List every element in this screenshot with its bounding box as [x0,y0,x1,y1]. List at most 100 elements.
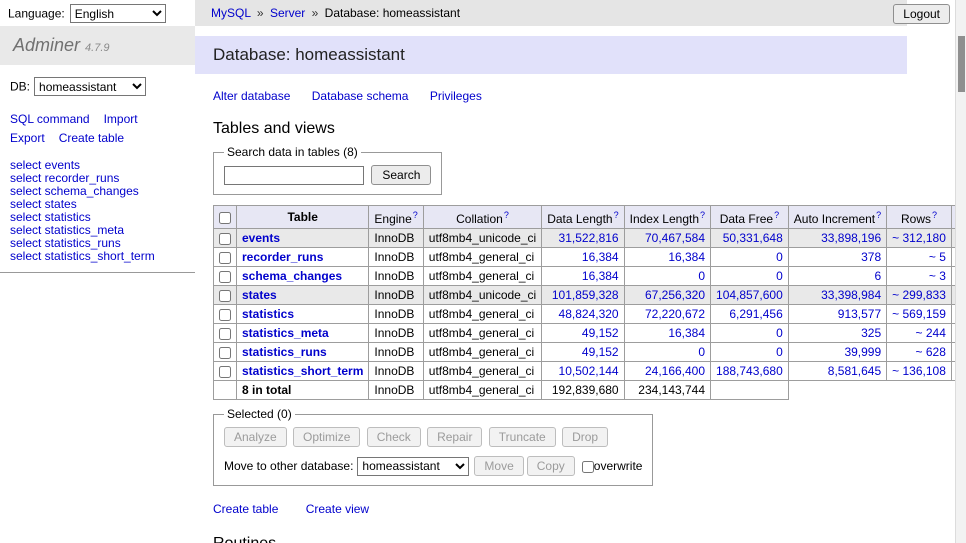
auto-increment-link[interactable]: 39,999 [844,345,881,359]
index-length-link[interactable]: 0 [698,345,705,359]
help-link[interactable]: ? [614,210,619,220]
rows-count-link[interactable]: ~ 244 [916,326,946,340]
row-checkbox[interactable] [219,366,231,378]
move-db-select[interactable]: homeassistant [357,457,469,476]
row-checkbox[interactable] [219,290,231,302]
column-header-rows[interactable]: Rows? [887,206,952,229]
data-free-link[interactable]: 0 [776,326,783,340]
search-button[interactable]: Search [371,165,431,185]
table-link[interactable]: statistics_runs [242,345,327,359]
data-length-link[interactable]: 101,859,328 [552,288,619,302]
data-free-link[interactable]: 6,291,456 [729,307,782,321]
scrollbar-thumb[interactable] [958,36,965,92]
column-header-engine[interactable]: Engine? [369,206,423,229]
breadcrumb-mysql-link[interactable]: MySQL [211,6,251,20]
check-button[interactable]: Check [367,427,421,447]
database-schema-link[interactable]: Database schema [312,89,409,103]
column-header-table[interactable]: Table [237,206,369,229]
table-link[interactable]: events [242,231,280,245]
row-checkbox[interactable] [219,328,231,340]
sidebar-table-link-statistics-short-term[interactable]: select statistics_short_term [10,250,185,263]
help-link[interactable]: ? [876,210,881,220]
auto-increment-link[interactable]: 6 [874,269,881,283]
row-checkbox[interactable] [219,252,231,264]
data-free-link[interactable]: 0 [776,345,783,359]
drop-button[interactable]: Drop [562,427,608,447]
data-free-link[interactable]: 0 [776,250,783,264]
create-table-link[interactable]: Create table [59,131,124,145]
column-header-data-free[interactable]: Data Free? [711,206,789,229]
data-free-link[interactable]: 104,857,600 [716,288,783,302]
help-link[interactable]: ? [700,210,705,220]
index-length-link[interactable]: 72,220,672 [645,307,705,321]
data-free-link[interactable]: 0 [776,269,783,283]
data-length-link[interactable]: 48,824,320 [559,307,619,321]
rows-count-link[interactable]: ~ 569,159 [892,307,946,321]
data-length-link[interactable]: 31,522,816 [559,231,619,245]
auto-increment-link[interactable]: 33,898,196 [821,231,881,245]
rows-count-link[interactable]: ~ 3 [929,269,946,283]
rows-count-link[interactable]: ~ 299,833 [892,288,946,302]
scrollbar[interactable] [955,0,966,543]
index-length-link[interactable]: 16,384 [668,326,705,340]
index-length-link[interactable]: 0 [698,269,705,283]
help-link[interactable]: ? [774,210,779,220]
analyze-button[interactable]: Analyze [224,427,287,447]
data-length-link[interactable]: 10,502,144 [559,364,619,378]
truncate-button[interactable]: Truncate [489,427,556,447]
auto-increment-link[interactable]: 913,577 [838,307,881,321]
table-link[interactable]: states [242,288,277,302]
search-input[interactable] [224,166,364,185]
copy-button[interactable]: Copy [527,456,575,476]
sql-command-link[interactable]: SQL command [10,112,90,126]
table-link[interactable]: statistics_short_term [242,364,363,378]
move-button[interactable]: Move [474,456,523,476]
row-checkbox[interactable] [219,347,231,359]
select-all-checkbox[interactable] [219,212,231,224]
data-length-link[interactable]: 49,152 [582,345,619,359]
data-length-link[interactable]: 16,384 [582,269,619,283]
help-link[interactable]: ? [413,210,418,220]
db-select[interactable]: homeassistant [34,77,146,96]
repair-button[interactable]: Repair [427,427,482,447]
index-length-link[interactable]: 16,384 [668,250,705,264]
data-length-link[interactable]: 49,152 [582,326,619,340]
data-free-link[interactable]: 188,743,680 [716,364,783,378]
import-link[interactable]: Import [104,112,138,126]
table-link[interactable]: recorder_runs [242,250,323,264]
rows-count-link[interactable]: ~ 628 [916,345,946,359]
data-length-link[interactable]: 16,384 [582,250,619,264]
table-link[interactable]: schema_changes [242,269,342,283]
column-header-index-length[interactable]: Index Length? [624,206,710,229]
index-length-link[interactable]: 24,166,400 [645,364,705,378]
breadcrumb-server-link[interactable]: Server [270,6,305,20]
index-length-link[interactable]: 67,256,320 [645,288,705,302]
rows-count-link[interactable]: ~ 5 [929,250,946,264]
column-header-collation[interactable]: Collation? [423,206,541,229]
logout-button[interactable]: Logout [893,4,950,24]
optimize-button[interactable]: Optimize [293,427,360,447]
row-checkbox[interactable] [219,309,231,321]
table-link[interactable]: statistics_meta [242,326,329,340]
index-length-link[interactable]: 70,467,584 [645,231,705,245]
auto-increment-link[interactable]: 378 [861,250,881,264]
auto-increment-link[interactable]: 325 [861,326,881,340]
language-select[interactable]: English [70,4,166,23]
row-checkbox[interactable] [219,271,231,283]
overwrite-checkbox[interactable] [582,461,594,473]
table-link[interactable]: statistics [242,307,294,321]
column-header-auto-increment[interactable]: Auto Increment? [788,206,886,229]
data-free-link[interactable]: 50,331,648 [723,231,783,245]
rows-count-link[interactable]: ~ 136,108 [892,364,946,378]
help-link[interactable]: ? [932,210,937,220]
privileges-link[interactable]: Privileges [430,89,482,103]
alter-database-link[interactable]: Alter database [213,89,290,103]
help-link[interactable]: ? [504,210,509,220]
export-link[interactable]: Export [10,131,45,145]
row-checkbox[interactable] [219,233,231,245]
auto-increment-link[interactable]: 8,581,645 [828,364,881,378]
auto-increment-link[interactable]: 33,398,984 [821,288,881,302]
rows-count-link[interactable]: ~ 312,180 [892,231,946,245]
column-header-data-length[interactable]: Data Length? [542,206,624,229]
create-table-link-main[interactable]: Create table [213,502,278,516]
